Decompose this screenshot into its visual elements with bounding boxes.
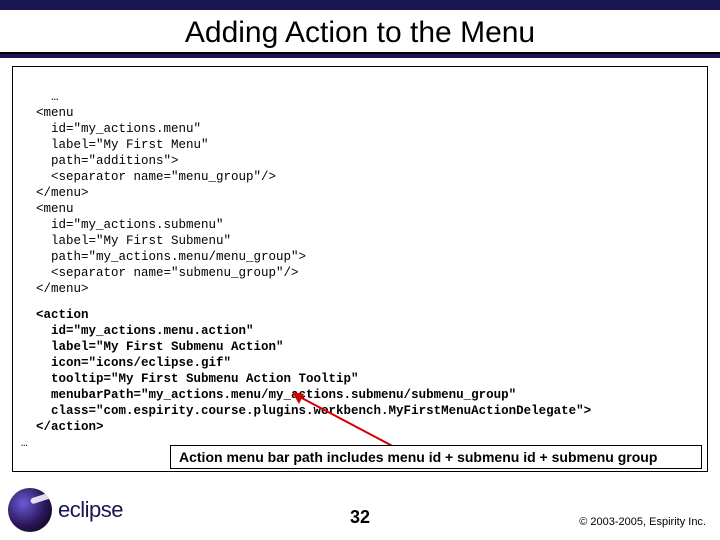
footer: eclipse 32 © 2003-2005, Espirity Inc. (0, 480, 720, 540)
copyright-text: © 2003-2005, Espirity Inc. (579, 516, 706, 528)
annotation-caption: Action menu bar path includes menu id + … (170, 445, 702, 469)
page-number: 32 (350, 507, 370, 528)
code-xml-action: <action id="my_actions.menu.action" labe… (21, 308, 591, 434)
slide-title: Adding Action to the Menu (0, 10, 720, 54)
code-snippet-box: … <menu id="my_actions.menu" label="My F… (12, 66, 708, 472)
eclipse-logo-text: eclipse (58, 497, 123, 523)
code-xml-menu: … <menu id="my_actions.menu" label="My F… (21, 90, 306, 296)
eclipse-logo-orb-icon (8, 488, 52, 532)
content-area: … <menu id="my_actions.menu" label="My F… (12, 66, 708, 472)
code-ellipsis-end: … (21, 438, 28, 450)
eclipse-logo: eclipse (8, 486, 158, 534)
title-bar: Adding Action to the Menu (0, 0, 720, 58)
